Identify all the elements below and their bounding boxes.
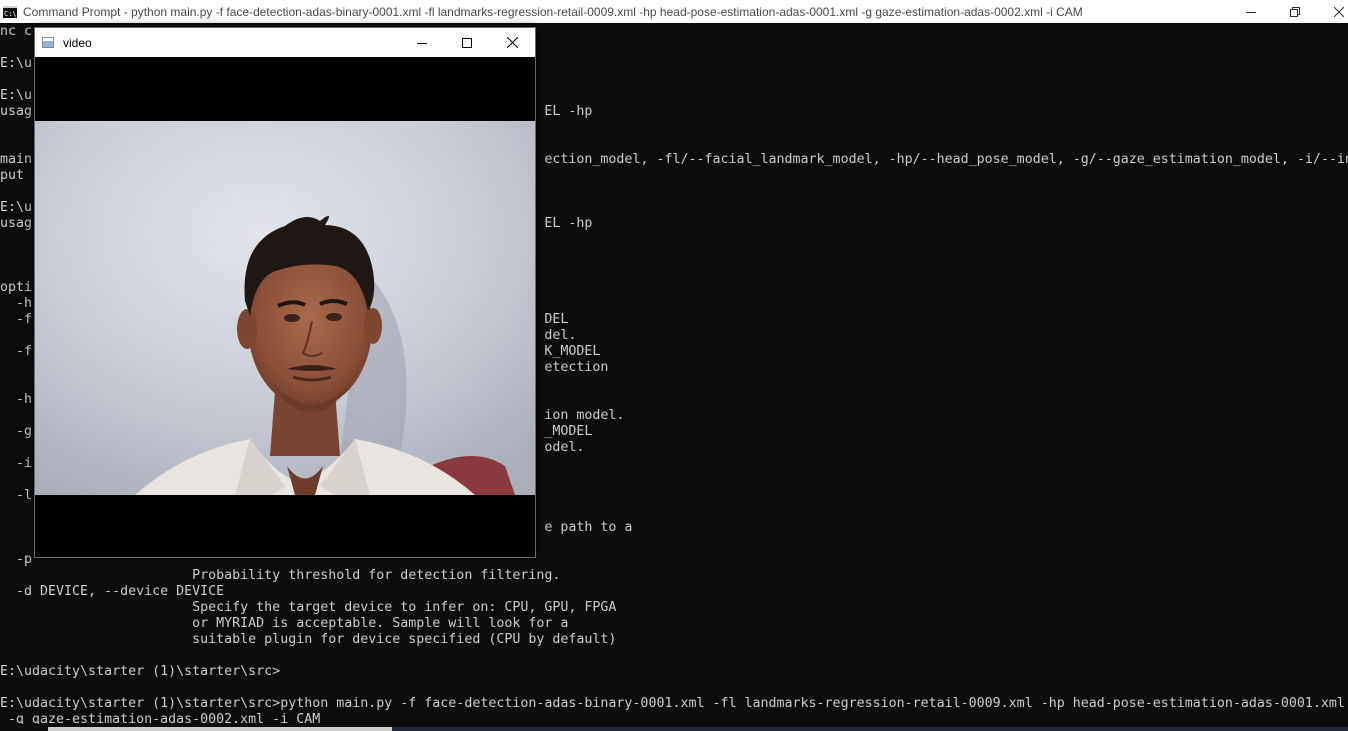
- restore-icon: [1290, 6, 1300, 17]
- minimize-icon: [417, 42, 427, 44]
- console-line: -g gaze-estimation-adas-0002.xml -i CAM: [0, 712, 321, 724]
- video-title-bar[interactable]: video: [35, 28, 535, 57]
- cmd-icon: C:\: [3, 5, 17, 18]
- console-line: E:\udacity\starter (1)\starter\src>pytho…: [0, 696, 1345, 711]
- app-window-icon: [42, 37, 54, 48]
- console-window-title: Command Prompt - python main.py -f face-…: [23, 4, 1083, 19]
- console-line: or MYRIAD is acceptable. Sample will loo…: [0, 616, 569, 631]
- close-icon: [506, 37, 518, 48]
- video-minimize-button[interactable]: [399, 28, 445, 57]
- console-line: -d DEVICE, --device DEVICE: [0, 584, 225, 599]
- video-window[interactable]: video: [34, 27, 536, 558]
- console-close-button[interactable]: [1316, 0, 1348, 23]
- webcam-frame: [35, 121, 535, 495]
- close-icon: [1334, 6, 1344, 17]
- console-line: E:\udacity\starter (1)\starter\src>: [0, 664, 281, 679]
- taskbar-edge: [0, 727, 1348, 731]
- console-line: Specify the target device to infer on: C…: [0, 600, 617, 615]
- console-line: suitable plugin for device specified (CP…: [0, 632, 617, 647]
- console-title-bar[interactable]: C:\ Command Prompt - python main.py -f f…: [0, 0, 1348, 23]
- video-canvas: [35, 57, 535, 557]
- console-minimize-button[interactable]: [1228, 0, 1274, 23]
- video-maximize-button[interactable]: [444, 28, 490, 57]
- minimize-icon: [1246, 11, 1256, 13]
- console-line: Probability threshold for detection filt…: [0, 568, 561, 583]
- video-close-button[interactable]: [489, 28, 535, 57]
- maximize-icon: [462, 37, 472, 48]
- webcam-person-image: [35, 121, 535, 495]
- video-window-title: video: [63, 35, 92, 50]
- console-restore-button[interactable]: [1272, 0, 1318, 23]
